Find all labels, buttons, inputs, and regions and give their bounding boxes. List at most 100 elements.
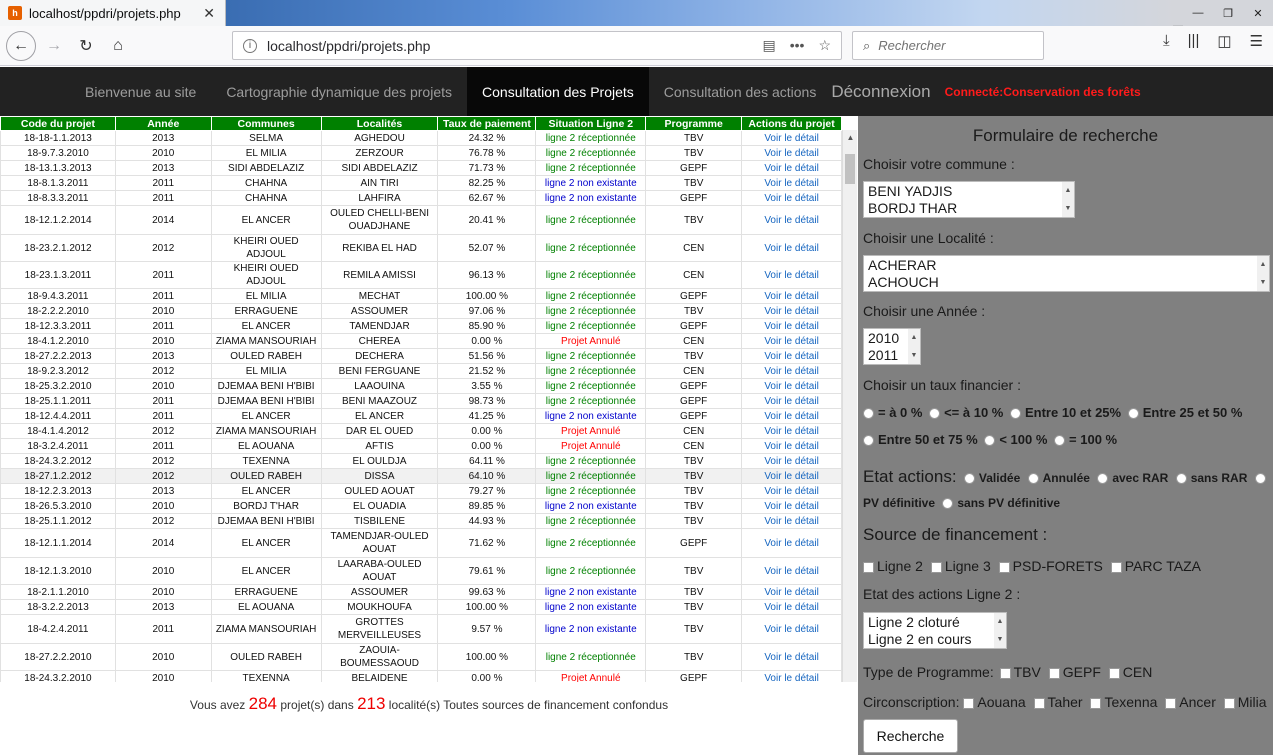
source-checkbox[interactable]: [1110, 561, 1122, 573]
close-window-icon[interactable]: ✕: [1243, 0, 1273, 26]
detail-link[interactable]: Voir le détail: [741, 599, 842, 615]
site-info-icon[interactable]: i: [243, 38, 257, 53]
scroll-up-icon[interactable]: ▲: [843, 130, 858, 145]
nav-consultation-projets[interactable]: Consultation des Projets: [467, 67, 649, 116]
maximize-icon[interactable]: ❐: [1213, 0, 1243, 26]
detail-link[interactable]: Voir le détail: [741, 468, 842, 484]
year: 2011: [114, 393, 212, 409]
back-arrow-icon[interactable]: ←: [6, 30, 36, 61]
detail-link[interactable]: Voir le détail: [741, 423, 842, 439]
listbox-scroll-icon[interactable]: ▲ ▼: [1257, 256, 1269, 291]
commune-option[interactable]: BORDJ THAR: [868, 200, 1070, 217]
commune-select[interactable]: BENI YADJIS BORDJ THAR ▲ ▼: [863, 181, 1075, 218]
localite-option[interactable]: ACHERAR: [868, 257, 1265, 274]
commune-option[interactable]: BENI YADJIS: [868, 183, 1070, 200]
taux-radio[interactable]: [1054, 435, 1066, 447]
detail-link[interactable]: Voir le détail: [741, 130, 842, 146]
logout-link[interactable]: Déconnexion: [831, 67, 944, 116]
tab-close-icon[interactable]: ✕: [203, 5, 215, 22]
detail-link[interactable]: Voir le détail: [741, 670, 842, 682]
programme-checkbox[interactable]: [999, 667, 1011, 679]
programme-checkbox[interactable]: [1048, 667, 1060, 679]
etat-l2-select[interactable]: Ligne 2 cloturé Ligne 2 en cours ▲ ▼: [863, 612, 1007, 649]
listbox-scroll-icon[interactable]: ▲ ▼: [1062, 182, 1074, 217]
taux-radio[interactable]: [929, 408, 941, 420]
commune: EL AOUANA: [210, 599, 322, 615]
url-bar[interactable]: i localhost/ppdri/projets.php ▤ ••• ☆: [232, 31, 842, 60]
browser-tab[interactable]: h localhost/ppdri/projets.php ✕: [0, 0, 226, 26]
circ-checkbox[interactable]: [1033, 697, 1045, 709]
taux-radio[interactable]: [1127, 408, 1139, 420]
taux-radio[interactable]: [1009, 408, 1021, 420]
localite-select[interactable]: ACHERAR ACHOUCH ▲ ▼: [863, 255, 1270, 292]
scrollbar-thumb[interactable]: [845, 154, 855, 184]
detail-link[interactable]: Voir le détail: [741, 393, 842, 409]
search-button[interactable]: Recherche: [863, 719, 958, 753]
circ-checkbox[interactable]: [963, 697, 975, 709]
detail-link[interactable]: Voir le détail: [741, 557, 842, 585]
detail-link[interactable]: Voir le détail: [741, 261, 842, 289]
circ-checkbox[interactable]: [1090, 697, 1102, 709]
detail-link[interactable]: Voir le détail: [741, 453, 842, 469]
localite-option[interactable]: ACHOUCH: [868, 274, 1265, 291]
menu-icon[interactable]: ☰: [1250, 32, 1263, 50]
detail-link[interactable]: Voir le détail: [741, 318, 842, 334]
detail-link[interactable]: Voir le détail: [741, 584, 842, 600]
detail-link[interactable]: Voir le détail: [741, 234, 842, 262]
listbox-scroll-icon[interactable]: ▲ ▼: [994, 613, 1006, 648]
page-actions-icon[interactable]: •••: [790, 37, 805, 54]
detail-link[interactable]: Voir le détail: [741, 288, 842, 304]
minimize-icon[interactable]: —: [1183, 0, 1213, 26]
listbox-scroll-icon[interactable]: ▲ ▼: [908, 329, 920, 364]
circ-checkbox[interactable]: [1165, 697, 1177, 709]
forward-arrow-icon[interactable]: →: [40, 32, 68, 60]
detail-link[interactable]: Voir le détail: [741, 498, 842, 514]
detail-link[interactable]: Voir le détail: [741, 145, 842, 161]
etat-radio[interactable]: [1027, 473, 1039, 485]
detail-link[interactable]: Voir le détail: [741, 205, 842, 235]
detail-link[interactable]: Voir le détail: [741, 614, 842, 644]
detail-link[interactable]: Voir le détail: [741, 513, 842, 529]
detail-link[interactable]: Voir le détail: [741, 528, 842, 558]
detail-link[interactable]: Voir le détail: [741, 643, 842, 671]
home-icon[interactable]: ⌂: [104, 32, 132, 60]
source-checkbox[interactable]: [998, 561, 1010, 573]
detail-link[interactable]: Voir le détail: [741, 303, 842, 319]
reload-icon[interactable]: ↻: [72, 32, 100, 60]
detail-link[interactable]: Voir le détail: [741, 348, 842, 364]
etat-radio[interactable]: [1175, 473, 1187, 485]
detail-link[interactable]: Voir le détail: [741, 408, 842, 424]
etat-l2-option[interactable]: Ligne 2 cloturé: [868, 614, 1002, 631]
detail-link[interactable]: Voir le détail: [741, 175, 842, 191]
source-checkbox[interactable]: [863, 561, 874, 573]
detail-link[interactable]: Voir le détail: [741, 160, 842, 176]
programme-checkbox[interactable]: [1108, 667, 1120, 679]
search-input[interactable]: ⌕ Rechercher: [852, 31, 1044, 60]
detail-link[interactable]: Voir le détail: [741, 190, 842, 206]
bookmark-star-icon[interactable]: ☆: [818, 37, 831, 54]
nav-welcome[interactable]: Bienvenue au site: [70, 67, 211, 116]
library-icon[interactable]: |||: [1188, 32, 1200, 50]
etat-radio[interactable]: [1254, 473, 1266, 485]
detail-link[interactable]: Voir le détail: [741, 438, 842, 454]
etat-l2-option[interactable]: Ligne 2 en cours: [868, 631, 1002, 648]
detail-link[interactable]: Voir le détail: [741, 333, 842, 349]
etat-radio[interactable]: [942, 498, 954, 510]
source-checkbox[interactable]: [930, 561, 942, 573]
detail-link[interactable]: Voir le détail: [741, 363, 842, 379]
taux-radio[interactable]: [863, 408, 874, 420]
etat-radio[interactable]: [963, 473, 975, 485]
reader-view-icon[interactable]: ▤: [762, 37, 775, 54]
table-scrollbar[interactable]: ▲: [842, 130, 857, 682]
taux-radio[interactable]: [863, 435, 874, 447]
etat-radio[interactable]: [1097, 473, 1109, 485]
nav-consultation-actions[interactable]: Consultation des actions: [649, 67, 832, 116]
taux-radio[interactable]: [984, 435, 996, 447]
circ-checkbox[interactable]: [1223, 697, 1235, 709]
annee-select[interactable]: 2010 2011 ▲ ▼: [863, 328, 921, 365]
detail-link[interactable]: Voir le détail: [741, 378, 842, 394]
download-icon[interactable]: ⤓: [1163, 32, 1170, 50]
detail-link[interactable]: Voir le détail: [741, 483, 842, 499]
sidebar-icon[interactable]: ◫: [1217, 32, 1231, 50]
nav-cartographie[interactable]: Cartographie dynamique des projets: [211, 67, 467, 116]
